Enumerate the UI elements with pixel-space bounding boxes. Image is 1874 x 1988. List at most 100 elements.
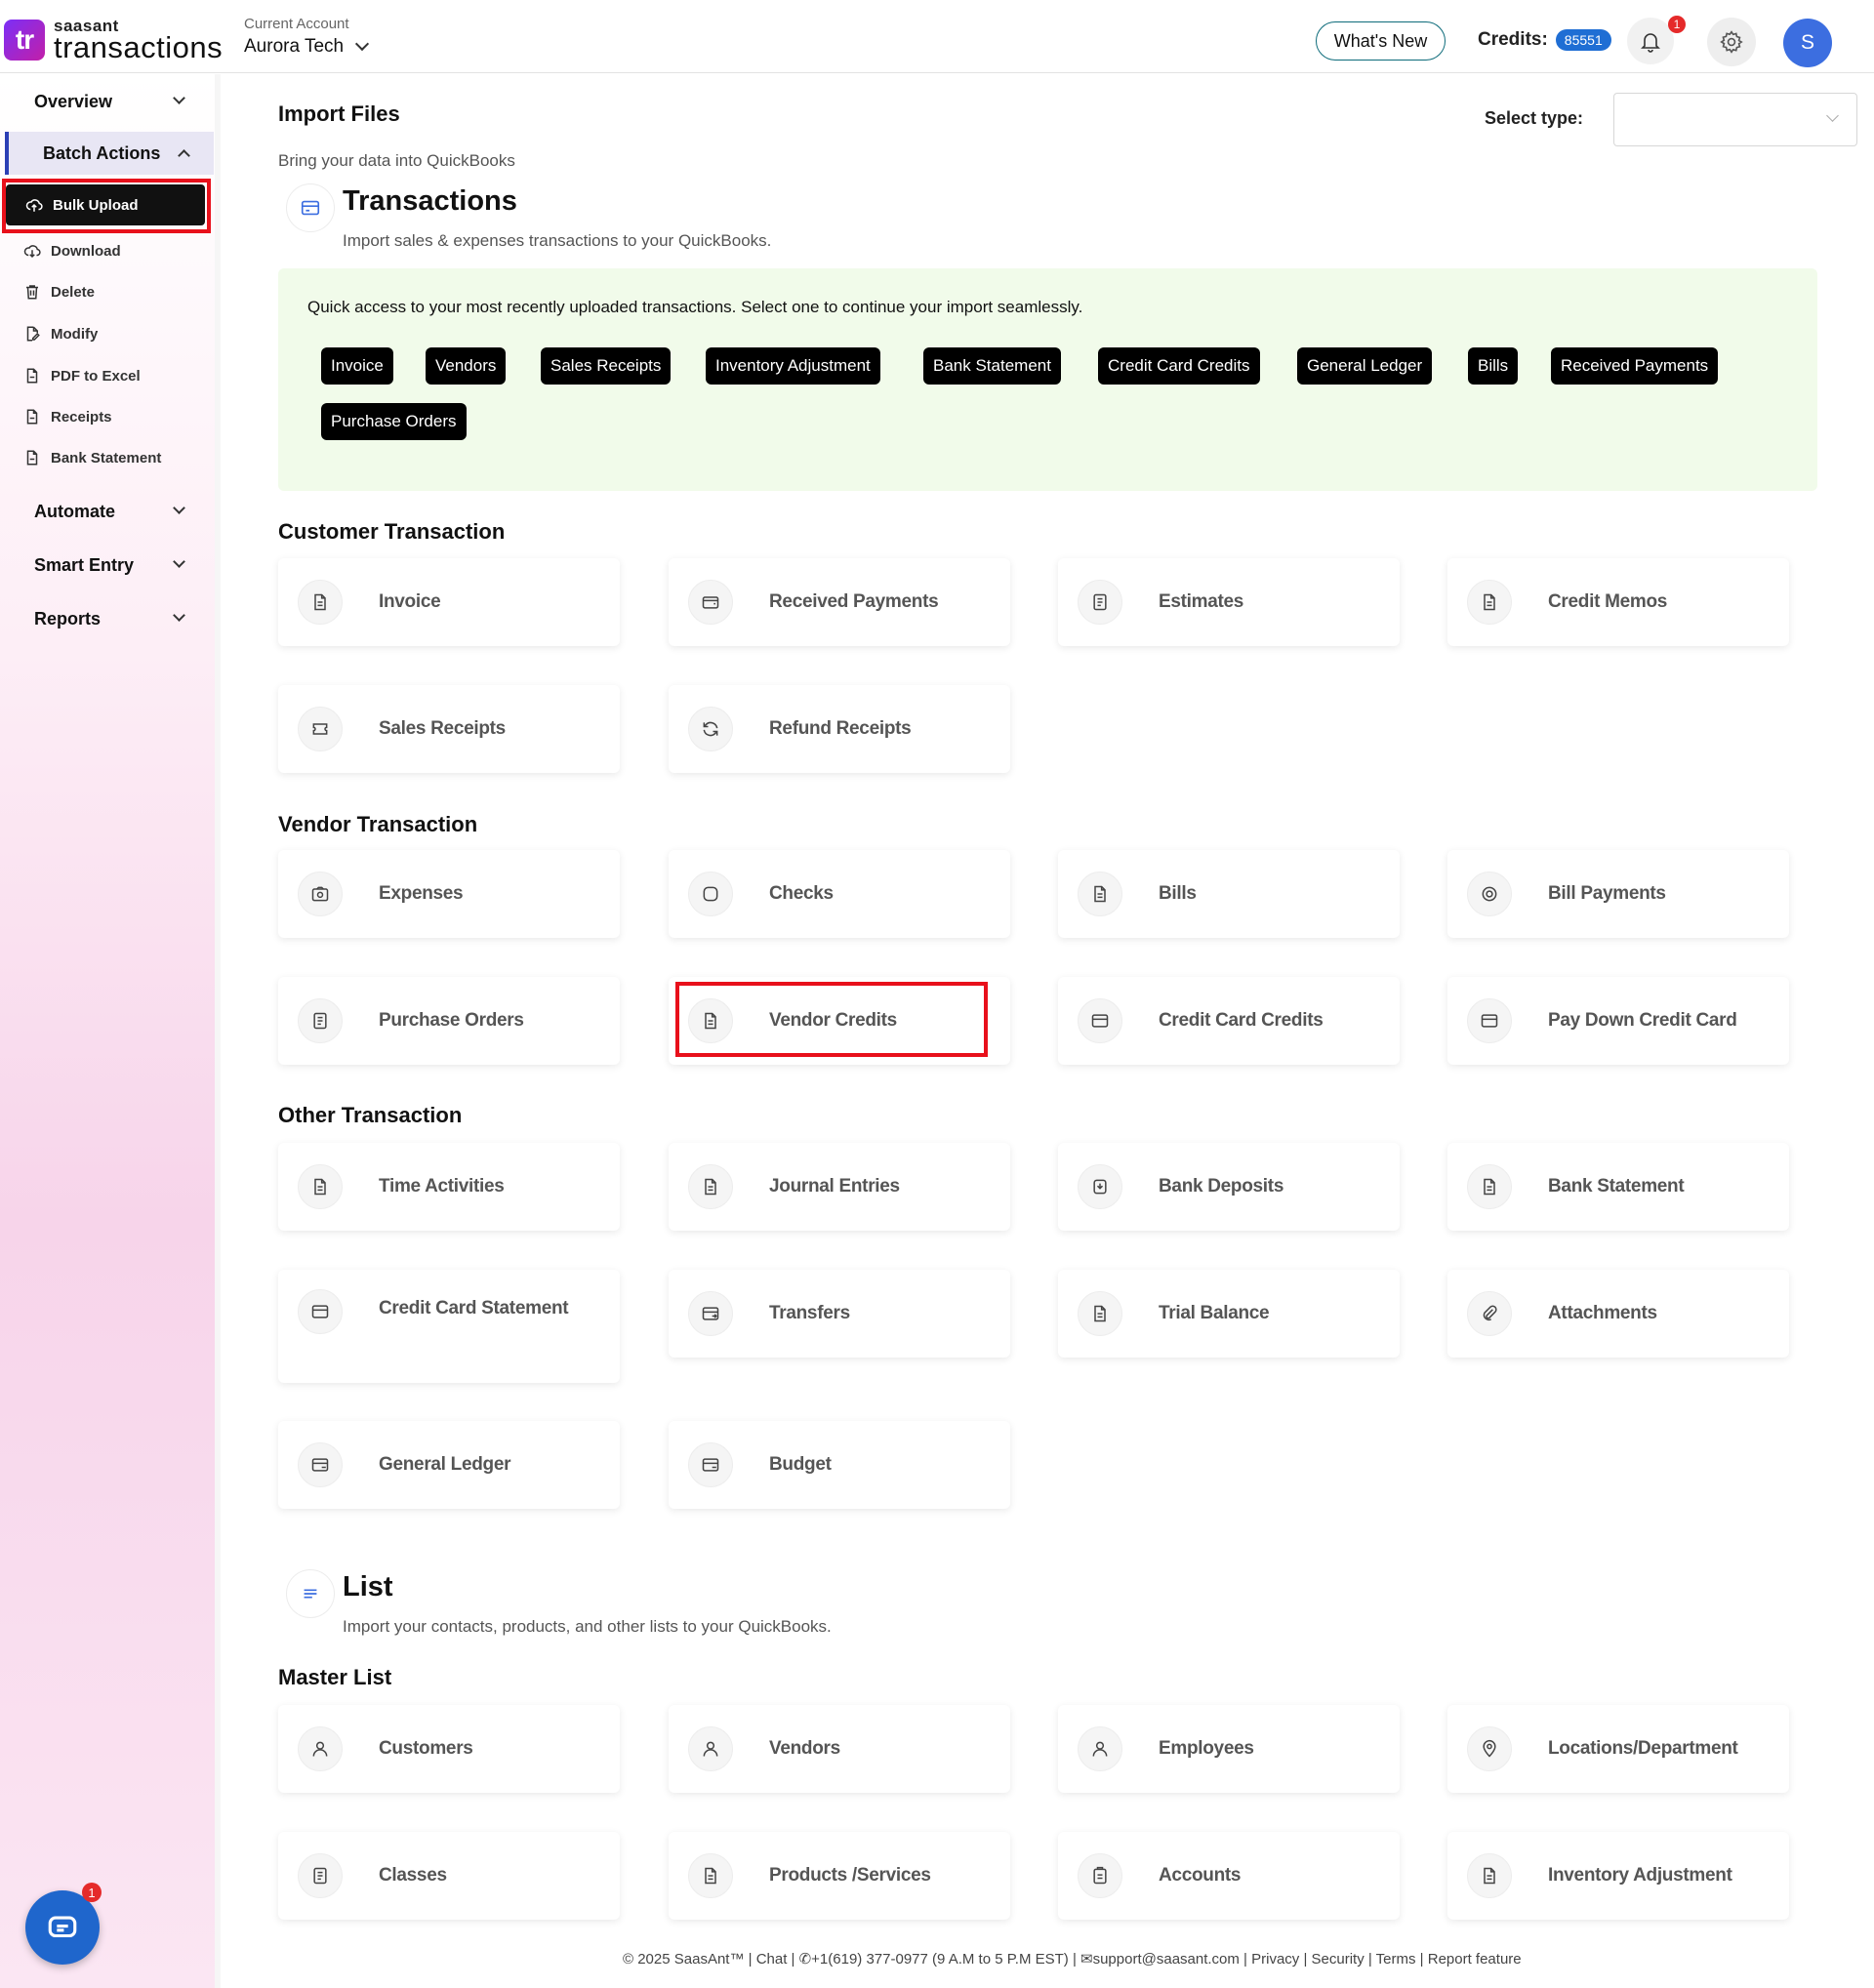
card-label: Expenses (379, 883, 464, 904)
sidebar-group-smart-entry[interactable]: Smart Entry (0, 544, 209, 587)
recent-chip-credit-card-credits[interactable]: Credit Card Credits (1098, 347, 1260, 385)
card-sales-receipts[interactable]: Sales Receipts (278, 685, 620, 773)
location-pin-icon (1467, 1726, 1512, 1771)
card-label: Credit Card Statement (379, 1298, 569, 1319)
logo-product: transactions (54, 30, 224, 64)
sidebar-item-delete[interactable]: Delete (23, 277, 95, 306)
recent-chip-invoice[interactable]: Invoice (321, 347, 393, 385)
chevron-down-icon (173, 502, 185, 514)
document-icon (1467, 1853, 1512, 1898)
card-label: Transfers (769, 1303, 850, 1323)
card-general-ledger[interactable]: General Ledger (278, 1421, 620, 1509)
card-bank-statement[interactable]: Bank Statement (1447, 1143, 1789, 1231)
chat-badge: 1 (82, 1883, 102, 1902)
card-label: Bank Statement (1548, 1176, 1685, 1197)
select-type-dropdown[interactable] (1613, 93, 1857, 146)
document-icon (1078, 1291, 1122, 1336)
group-title-vendor: Vendor Transaction (278, 812, 478, 836)
sidebar-group-reports[interactable]: Reports (0, 597, 209, 640)
card-expenses[interactable]: Expenses (278, 850, 620, 938)
card-classes[interactable]: Classes (278, 1832, 620, 1920)
card-checks[interactable]: Checks (669, 850, 1010, 938)
sidebar-group-batch-actions[interactable]: Batch Actions (5, 132, 214, 175)
card-credit-card-credits[interactable]: Credit Card Credits (1058, 977, 1400, 1065)
sidebar-group-automate[interactable]: Automate (0, 490, 209, 533)
sidebar-group-overview[interactable]: Overview (0, 80, 209, 123)
card-label: Sales Receipts (379, 718, 506, 739)
recent-chip-bank-statement[interactable]: Bank Statement (923, 347, 1061, 385)
card-refund-receipts[interactable]: Refund Receipts (669, 685, 1010, 773)
user-icon (688, 1726, 733, 1771)
trash-icon (26, 285, 38, 300)
notifications-button[interactable] (1627, 18, 1674, 64)
card-inventory-adjustment[interactable]: Inventory Adjustment (1447, 1832, 1789, 1920)
card-time-activities[interactable]: Time Activities (278, 1143, 620, 1231)
chevron-up-icon (178, 149, 190, 162)
card-accounts[interactable]: Accounts (1058, 1832, 1400, 1920)
recent-chip-sales-receipts[interactable]: Sales Receipts (541, 347, 672, 385)
card-journal-entries[interactable]: Journal Entries (669, 1143, 1010, 1231)
recent-chip-inventory-adjustment[interactable]: Inventory Adjustment (706, 347, 880, 385)
page-title: Import Files (278, 101, 400, 126)
list-icon (286, 1569, 335, 1618)
sidebar-item-label: Modify (51, 325, 99, 343)
sidebar-divider (215, 74, 221, 1988)
card-invoice[interactable]: Invoice (278, 558, 620, 646)
card-credit-memos[interactable]: Credit Memos (1447, 558, 1789, 646)
app-logo[interactable]: tr saasant transactions (4, 18, 223, 62)
list-doc-icon (298, 1853, 343, 1898)
card-bill-payments[interactable]: Bill Payments (1447, 850, 1789, 938)
recent-chip-bills[interactable]: Bills (1468, 347, 1519, 385)
card-locations-department[interactable]: Locations/Department (1447, 1705, 1789, 1793)
credit-card-icon (298, 1289, 343, 1334)
card-transfers[interactable]: Transfers (669, 1270, 1010, 1358)
user-icon (1078, 1726, 1122, 1771)
whats-new-button[interactable]: What's New (1316, 21, 1446, 61)
card-budget[interactable]: Budget (669, 1421, 1010, 1509)
card-label: Products /Services (769, 1865, 931, 1886)
card-bank-deposits[interactable]: Bank Deposits (1058, 1143, 1400, 1231)
card-label: Accounts (1159, 1865, 1242, 1886)
card-estimates[interactable]: Estimates (1058, 558, 1400, 646)
card-credit-card-statement[interactable]: Credit Card Statement (278, 1270, 620, 1383)
card-received-payments[interactable]: Received Payments (669, 558, 1010, 646)
card-trial-balance[interactable]: Trial Balance (1058, 1270, 1400, 1358)
recent-transactions-text: Quick access to your most recently uploa… (307, 298, 1083, 316)
credits-label: Credits: (1478, 29, 1548, 50)
user-avatar[interactable]: S (1783, 19, 1832, 67)
card-employees[interactable]: Employees (1058, 1705, 1400, 1793)
credit-card-icon (1078, 998, 1122, 1043)
card-purchase-orders[interactable]: Purchase Orders (278, 977, 620, 1065)
wallet-icon (688, 580, 733, 625)
cloud-download-icon (23, 245, 41, 259)
document-icon (1078, 872, 1122, 916)
card-attachments[interactable]: Attachments (1447, 1270, 1789, 1358)
card-pay-down-credit-card[interactable]: Pay Down Credit Card (1447, 977, 1789, 1065)
file-icon (26, 450, 38, 466)
footer-links[interactable]: © 2025 SaasAnt™ | Chat | ✆+1(619) 377-09… (623, 1950, 1522, 1968)
recent-chip-general-ledger[interactable]: General Ledger (1297, 347, 1433, 385)
document-icon (298, 580, 343, 625)
credit-card-icon (1467, 998, 1512, 1043)
recent-chip-received-payments[interactable]: Received Payments (1551, 347, 1719, 385)
file-icon (26, 409, 38, 425)
sidebar-item-pdf-to-excel[interactable]: PDF to Excel (23, 361, 141, 390)
document-icon (1467, 1164, 1512, 1209)
sidebar-item-bank-statement[interactable]: Bank Statement (23, 443, 161, 472)
account-switcher[interactable]: Current Account Aurora Tech (244, 16, 370, 58)
card-bills[interactable]: Bills (1058, 850, 1400, 938)
sidebar-group-label: Automate (34, 501, 116, 521)
recent-chip-purchase-orders[interactable]: Purchase Orders (321, 403, 467, 440)
sidebar-item-modify[interactable]: Modify (23, 319, 98, 348)
chat-icon (48, 1916, 77, 1938)
top-header: tr saasant transactions Current Account … (0, 0, 1874, 73)
recent-chip-vendors[interactable]: Vendors (426, 347, 507, 385)
card-products-services[interactable]: Products /Services (669, 1832, 1010, 1920)
card-label: Estimates (1159, 591, 1244, 612)
settings-button[interactable] (1707, 18, 1756, 66)
sidebar-item-receipts[interactable]: Receipts (23, 402, 112, 431)
card-customers[interactable]: Customers (278, 1705, 620, 1793)
bell-icon (1641, 33, 1660, 53)
sidebar-item-download[interactable]: Download (23, 236, 121, 265)
card-vendors[interactable]: Vendors (669, 1705, 1010, 1793)
